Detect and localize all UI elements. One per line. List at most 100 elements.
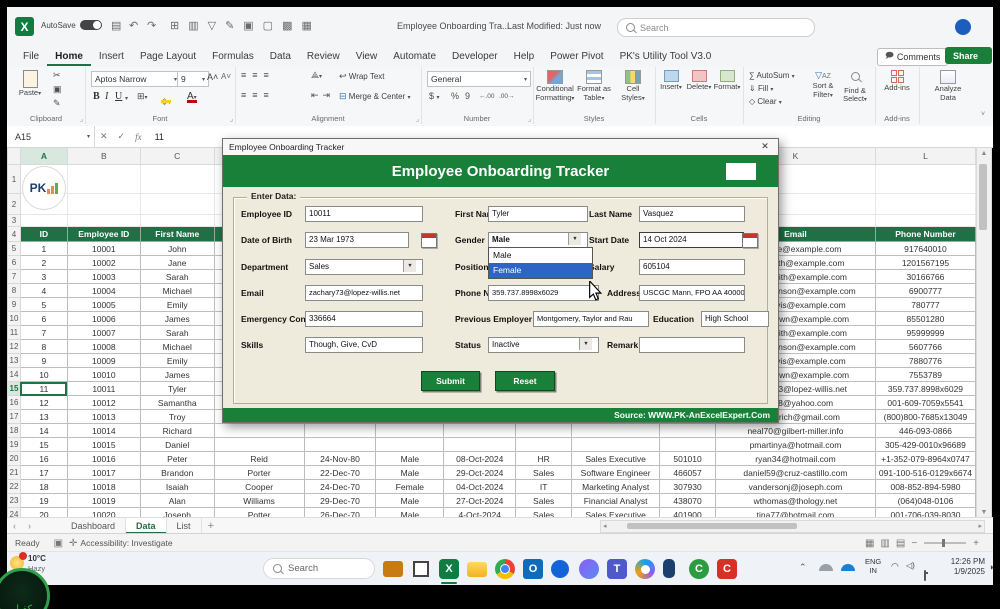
table-row-cell[interactable]: wthomas@thology.net bbox=[716, 494, 876, 508]
cell[interactable] bbox=[67, 215, 140, 227]
table-row-cell[interactable]: 1201567195 bbox=[875, 256, 975, 270]
table-row-cell[interactable]: Porter bbox=[214, 466, 304, 480]
table-row-cell[interactable] bbox=[516, 438, 572, 452]
table-row-cell[interactable] bbox=[660, 424, 716, 438]
excel-app-icon[interactable]: X bbox=[15, 17, 34, 36]
cell[interactable] bbox=[140, 194, 214, 215]
delete-cells-button[interactable]: Delete▾ bbox=[685, 70, 713, 92]
table-row-cell[interactable]: Michael bbox=[140, 340, 214, 354]
column-header-L[interactable]: L bbox=[875, 148, 975, 165]
sheet-prev-icon[interactable]: ‹ bbox=[7, 518, 22, 534]
table-row-cell[interactable]: 091-100-516-0129x6674 bbox=[875, 466, 975, 480]
cell[interactable] bbox=[67, 194, 140, 215]
table-row-cell[interactable]: 18 bbox=[20, 480, 67, 494]
table-row-cell[interactable]: 9 bbox=[20, 354, 67, 368]
volume-icon[interactable]: ◁) bbox=[906, 561, 915, 571]
horizontal-scrollbar[interactable]: ◂ ▸ bbox=[600, 520, 985, 533]
table-row-cell[interactable]: Male bbox=[376, 466, 444, 480]
addins-button[interactable]: Add-ins bbox=[879, 70, 915, 93]
table-row-cell[interactable]: 15 bbox=[20, 438, 67, 452]
table-row-cell[interactable]: (800)800-7685x13049 bbox=[875, 410, 975, 424]
select-all-corner[interactable] bbox=[8, 148, 21, 165]
teams-icon[interactable]: T bbox=[607, 559, 627, 579]
number-dialog-launcher[interactable]: ⌟ bbox=[528, 115, 531, 123]
clock[interactable]: 12:26 PM1/9/2025 bbox=[943, 557, 985, 577]
table-row-cell[interactable]: 10016 bbox=[67, 452, 140, 466]
table-row-cell[interactable]: 10009 bbox=[67, 354, 140, 368]
cell[interactable] bbox=[20, 215, 67, 227]
table-row-cell[interactable]: Potter bbox=[214, 508, 304, 518]
gender-option-female[interactable]: Female bbox=[489, 263, 592, 278]
table-row-cell[interactable] bbox=[572, 438, 660, 452]
table-row-cell[interactable]: 305-429-0010x96689 bbox=[875, 438, 975, 452]
table-row-cell[interactable]: 10001 bbox=[67, 242, 140, 256]
clipchamp-icon[interactable]: C bbox=[717, 559, 737, 579]
table-row-cell[interactable]: 17 bbox=[20, 466, 67, 480]
table-row-cell[interactable]: daniel59@cruz-castillo.com bbox=[716, 466, 876, 480]
table-row-cell[interactable]: Emily bbox=[140, 298, 214, 312]
clear-button[interactable]: ◇ Clear ▾ bbox=[749, 97, 782, 106]
comments-button[interactable]: 🗩Comments bbox=[877, 48, 948, 66]
table-header-cell[interactable]: Employee ID bbox=[67, 227, 140, 242]
table-row-cell[interactable]: 401900 bbox=[660, 508, 716, 518]
table-row-cell[interactable]: John bbox=[140, 242, 214, 256]
table-row-cell[interactable]: 24-Dec-70 bbox=[304, 480, 376, 494]
analyze-data-button[interactable]: Analyze Data bbox=[927, 70, 969, 102]
document-title[interactable]: Employee Onboarding Tra... bbox=[397, 21, 510, 31]
percent-icon[interactable]: % bbox=[451, 91, 459, 101]
table-row-cell[interactable]: Male bbox=[376, 494, 444, 508]
table-row-cell[interactable]: Alan bbox=[140, 494, 214, 508]
table-row-cell[interactable]: Cooper bbox=[214, 480, 304, 494]
table-row-cell[interactable]: 6900777 bbox=[875, 284, 975, 298]
horizontal-scroll-thumb[interactable] bbox=[627, 523, 797, 529]
status-dropdown-icon[interactable]: ▼ bbox=[579, 338, 592, 350]
table-row-cell[interactable]: 10005 bbox=[67, 298, 140, 312]
outlook-icon[interactable]: O bbox=[523, 559, 543, 579]
scroll-up-icon[interactable]: ▲ bbox=[977, 150, 991, 157]
cell-styles-button[interactable]: Cell Styles▾ bbox=[615, 70, 651, 103]
table-row-cell[interactable]: 917640010 bbox=[875, 242, 975, 256]
page-break-view-icon[interactable]: ▤ bbox=[896, 538, 905, 549]
ribbon-tab-power-pivot[interactable]: Power Pivot bbox=[542, 48, 611, 64]
autosave-toggle[interactable]: AutoSave bbox=[41, 20, 102, 30]
gender-option-male[interactable]: Male bbox=[489, 248, 592, 263]
camtasia-icon[interactable]: C bbox=[689, 559, 709, 579]
table-row-cell[interactable]: 29-Oct-2024 bbox=[444, 466, 516, 480]
table-row-cell[interactable]: 10013 bbox=[67, 410, 140, 424]
table-row-cell[interactable]: 22-Dec-70 bbox=[304, 466, 376, 480]
table-row-cell[interactable]: 20 bbox=[20, 508, 67, 518]
enter-icon[interactable]: ✓ bbox=[113, 131, 131, 142]
cell[interactable] bbox=[875, 215, 975, 227]
table-row-cell[interactable]: Williams bbox=[214, 494, 304, 508]
totc-briefcase-icon[interactable] bbox=[383, 561, 403, 577]
table-row-cell[interactable]: Male bbox=[376, 452, 444, 466]
ribbon-tab-review[interactable]: Review bbox=[299, 48, 348, 64]
dialog-close-icon[interactable]: ✕ bbox=[752, 139, 778, 154]
table-row-cell[interactable]: 13 bbox=[20, 410, 67, 424]
table-row-cell[interactable] bbox=[572, 424, 660, 438]
cell[interactable] bbox=[875, 165, 975, 194]
insert-cells-button[interactable]: Insert▾ bbox=[657, 70, 685, 92]
grow-font-icon[interactable]: A˄ bbox=[207, 72, 218, 82]
table-row-cell[interactable]: +1-352-079-8964x0747 bbox=[875, 452, 975, 466]
table-row-cell[interactable]: James bbox=[140, 312, 214, 326]
department-dropdown-icon[interactable]: ▼ bbox=[403, 260, 416, 272]
row-header[interactable]: 23 bbox=[8, 494, 21, 508]
table-row-cell[interactable] bbox=[516, 424, 572, 438]
table-row-cell[interactable]: Samantha bbox=[140, 396, 214, 410]
conditional-formatting-button[interactable]: Conditional Formatting▾ bbox=[535, 70, 575, 103]
table-row-cell[interactable]: 16 bbox=[20, 452, 67, 466]
insert-function-icon[interactable]: fx bbox=[130, 132, 147, 142]
table-row-cell[interactable]: 10003 bbox=[67, 270, 140, 284]
row-header[interactable]: 22 bbox=[8, 480, 21, 494]
table-row-cell[interactable]: 29-Dec-70 bbox=[304, 494, 376, 508]
dob-field[interactable]: 23 Mar 1973 bbox=[305, 232, 409, 248]
gender-dropdown-list[interactable]: Male Female bbox=[488, 247, 593, 279]
collapse-ribbon-icon[interactable]: ˅ bbox=[981, 111, 985, 118]
table-row-cell[interactable]: 8 bbox=[20, 340, 67, 354]
ribbon-tab-data[interactable]: Data bbox=[262, 48, 299, 64]
table-row-cell[interactable]: IT bbox=[516, 480, 572, 494]
table-row-cell[interactable]: 10015 bbox=[67, 438, 140, 452]
table-row-cell[interactable] bbox=[444, 424, 516, 438]
table-row-cell[interactable]: vandersonj@joseph.com bbox=[716, 480, 876, 494]
